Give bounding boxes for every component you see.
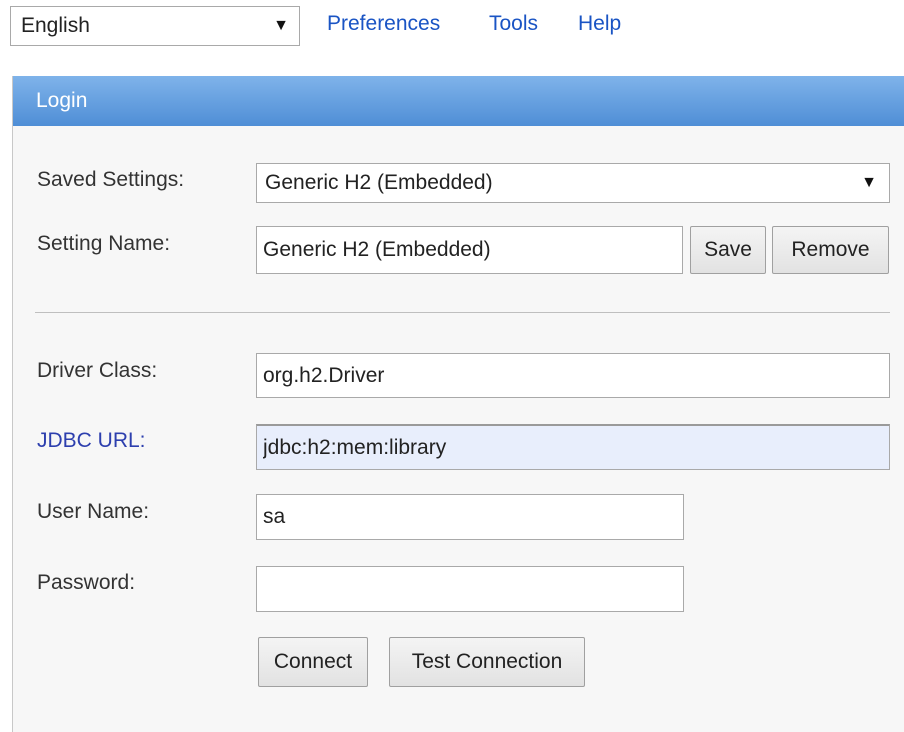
driver-class-label: Driver Class: — [37, 359, 158, 382]
saved-settings-label: Saved Settings: — [37, 168, 185, 191]
user-name-label: User Name: — [37, 500, 150, 523]
login-title: Login — [36, 89, 88, 112]
chevron-down-icon: ▼ — [273, 17, 289, 34]
language-select-value: English — [21, 14, 90, 37]
chevron-down-icon: ▼ — [861, 174, 877, 191]
connect-button[interactable]: Connect — [258, 637, 368, 687]
language-select[interactable]: English ▼ — [10, 6, 300, 46]
test-connection-button[interactable]: Test Connection — [389, 637, 585, 687]
jdbc-url-label: JDBC URL: — [37, 429, 146, 452]
login-panel-header: Login — [13, 76, 904, 126]
setting-name-label: Setting Name: — [37, 232, 171, 255]
jdbc-url-input[interactable] — [256, 424, 890, 470]
remove-button[interactable]: Remove — [772, 226, 889, 274]
saved-settings-select[interactable]: Generic H2 (Embedded) ▼ — [256, 163, 890, 203]
h2-console-page: English ▼ Preferences Tools Help Login S… — [0, 0, 904, 732]
setting-name-input[interactable] — [256, 226, 683, 274]
password-label: Password: — [37, 571, 136, 594]
save-button[interactable]: Save — [690, 226, 766, 274]
section-divider — [35, 312, 890, 313]
login-panel: Login Saved Settings: Generic H2 (Embedd… — [12, 76, 904, 732]
preferences-link[interactable]: Preferences — [327, 12, 440, 36]
saved-settings-value: Generic H2 (Embedded) — [265, 171, 493, 194]
tools-link[interactable]: Tools — [489, 12, 538, 36]
password-input[interactable] — [256, 566, 684, 612]
user-name-input[interactable] — [256, 494, 684, 540]
help-link[interactable]: Help — [578, 12, 621, 36]
driver-class-input[interactable] — [256, 353, 890, 398]
